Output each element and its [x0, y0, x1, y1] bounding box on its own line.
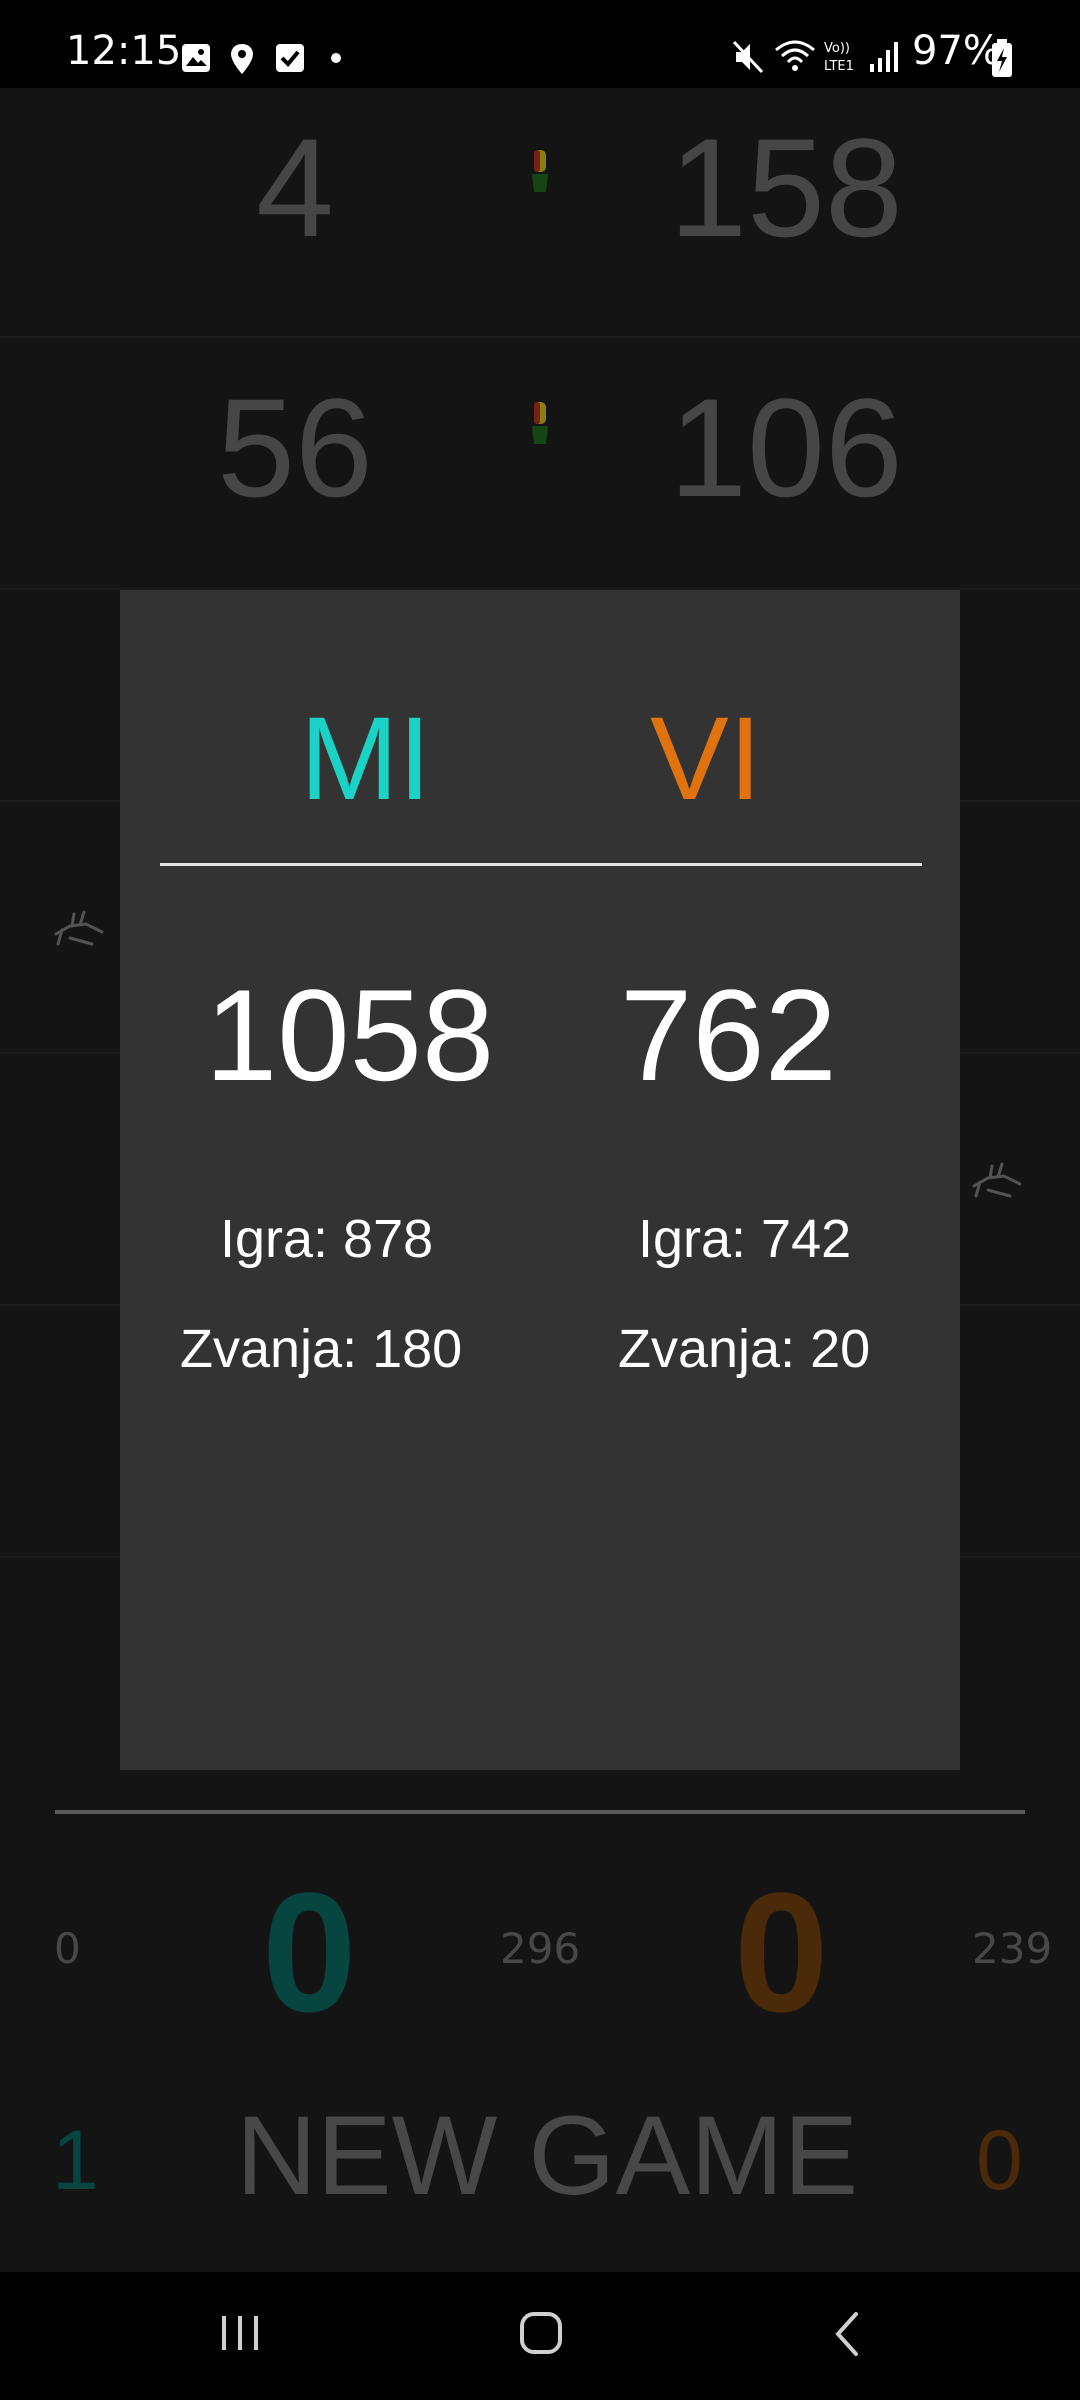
mute-icon	[732, 40, 764, 74]
mi-total-score: 1058	[205, 962, 495, 1108]
wifi-icon	[775, 40, 815, 71]
signal-icon	[870, 42, 898, 72]
home-icon[interactable]	[518, 2310, 564, 2356]
more-notifications-dot-icon	[331, 53, 341, 63]
screen: 12:15 Vo)) LTE1 97% 4 158 56 106 0 0 296…	[0, 0, 1080, 2400]
vi-total-score: 762	[620, 962, 837, 1108]
score-summary-dialog: MI VI 1058 762 Igra: 878 Igra: 742 Zvanj…	[120, 590, 960, 1770]
mi-zvanja-points: Zvanja: 180	[180, 1319, 463, 1379]
recent-apps-icon[interactable]	[218, 2310, 264, 2356]
team-mi-header: MI	[300, 693, 432, 825]
volte-lte-icon: Vo)) LTE1	[824, 41, 854, 74]
location-icon	[231, 44, 253, 74]
gallery-icon	[182, 44, 210, 72]
vi-igra-points: Igra: 742	[638, 1209, 852, 1269]
svg-text:LTE1: LTE1	[824, 59, 854, 74]
mi-igra-points: Igra: 878	[220, 1209, 434, 1269]
battery-percentage: 97%	[912, 28, 1001, 74]
dialog-divider	[160, 863, 922, 866]
team-vi-header: VI	[650, 693, 762, 825]
task-check-icon	[276, 44, 304, 72]
svg-text:Vo)): Vo))	[824, 41, 850, 56]
status-time: 12:15	[66, 28, 182, 74]
back-icon[interactable]	[828, 2310, 868, 2360]
battery-charging-icon	[992, 39, 1012, 77]
vi-zvanja-points: Zvanja: 20	[618, 1319, 871, 1379]
navigation-bar	[0, 2272, 1080, 2400]
status-bar: 12:15 Vo)) LTE1 97%	[0, 0, 1080, 88]
